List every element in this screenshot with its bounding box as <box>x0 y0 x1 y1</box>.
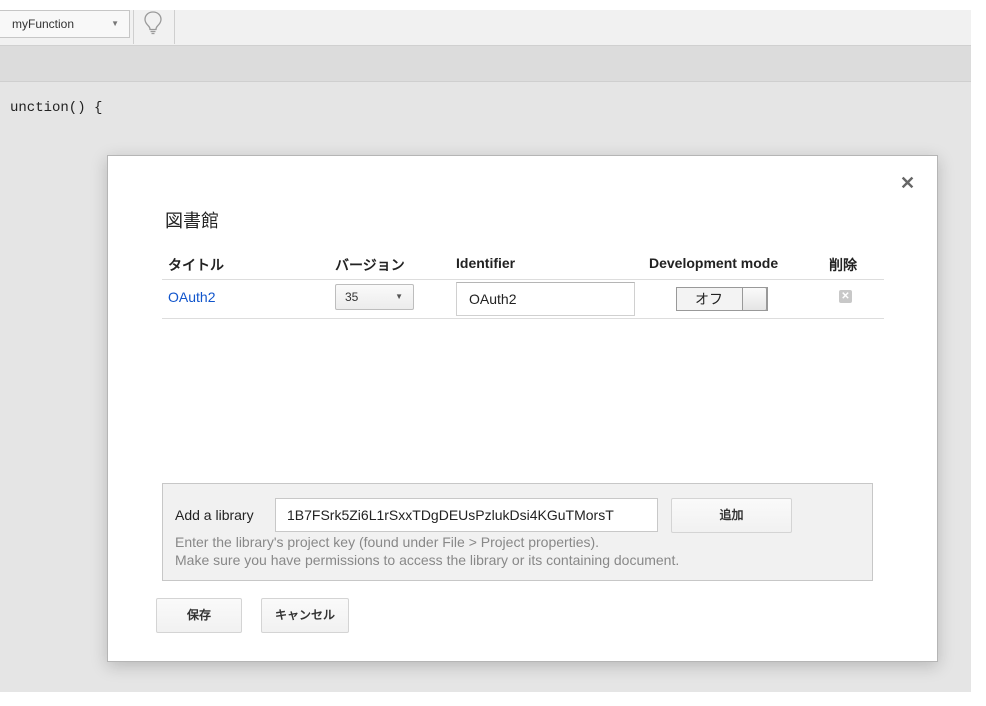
function-select[interactable]: myFunction ▼ <box>0 10 130 38</box>
header-divider <box>162 279 884 280</box>
identifier-input[interactable]: OAuth2 <box>456 282 635 316</box>
toolbar: myFunction ▼ <box>0 10 971 46</box>
library-key-input[interactable]: 1B7FSrk5Zi6L1rSxxTDgDEUsPzlukDsi4KGuTMor… <box>275 498 658 532</box>
add-library-button[interactable]: 追加 <box>671 498 792 533</box>
delete-library-icon[interactable]: ✕ <box>839 290 852 303</box>
toolbar-divider <box>174 10 175 44</box>
lightbulb-icon[interactable] <box>143 10 163 36</box>
development-mode-toggle[interactable]: オフ <box>676 287 768 311</box>
add-library-permission-hint: Make sure you have permissions to access… <box>175 552 680 568</box>
development-mode-label: オフ <box>695 291 723 307</box>
code-line: unction() { <box>10 100 103 116</box>
header-delete: 削除 <box>829 257 857 273</box>
chevron-down-icon: ▼ <box>111 19 119 28</box>
row-divider <box>162 318 884 319</box>
toggle-knob <box>742 287 767 311</box>
app-window: myFunction ▼ unction() { ✕ 図書館 タイトル バージョ… <box>0 0 986 706</box>
chevron-down-icon: ▼ <box>395 292 403 301</box>
function-select-label: myFunction <box>12 17 75 31</box>
header-development-mode: Development mode <box>649 255 779 271</box>
save-button[interactable]: 保存 <box>156 598 242 633</box>
add-library-hint: Enter the library's project key (found u… <box>175 534 600 550</box>
dialog-title: 図書館 <box>165 211 219 231</box>
header-title: タイトル <box>168 257 224 273</box>
add-library-panel: Add a library 1B7FSrk5Zi6L1rSxxTDgDEUsPz… <box>162 483 873 581</box>
close-icon[interactable]: ✕ <box>900 174 918 192</box>
cancel-button[interactable]: キャンセル <box>261 598 349 633</box>
version-select-value: 35 <box>345 290 359 304</box>
toolbar-divider <box>133 10 134 44</box>
add-library-label: Add a library <box>175 507 254 523</box>
header-identifier: Identifier <box>456 255 516 271</box>
libraries-dialog: ✕ 図書館 タイトル バージョン Identifier Development … <box>107 155 938 662</box>
version-select[interactable]: 35 ▼ <box>335 284 414 310</box>
file-tabs-bar <box>0 46 971 82</box>
library-title-link[interactable]: OAuth2 <box>168 289 215 305</box>
header-version: バージョン <box>335 257 405 273</box>
